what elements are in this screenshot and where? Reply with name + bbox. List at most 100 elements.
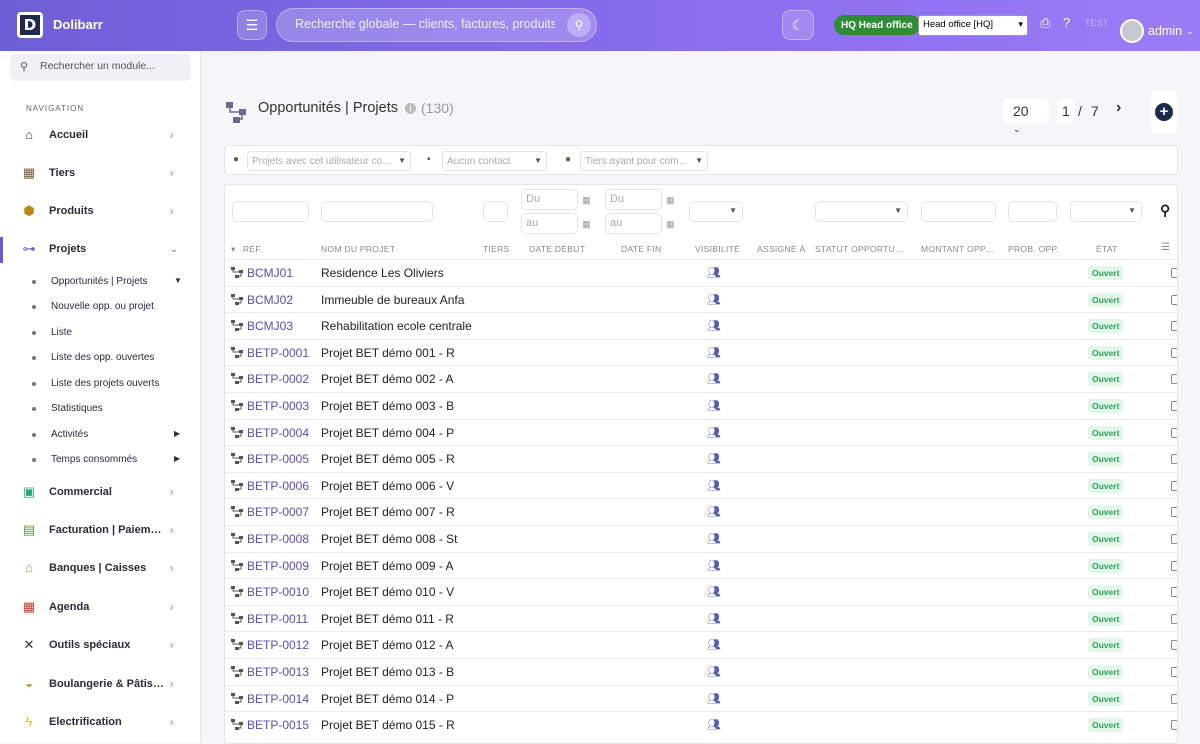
project-ref-link[interactable]: BCMJ03 xyxy=(247,319,293,333)
help-icon[interactable]: ? xyxy=(1063,15,1070,30)
col-ref[interactable]: RÉF. xyxy=(243,244,263,254)
columns-menu-icon[interactable]: ☰ xyxy=(1161,242,1170,253)
app-logo[interactable]: D xyxy=(17,12,43,38)
project-ref-link[interactable]: BETP-0013 xyxy=(247,665,309,679)
calendar-icon[interactable]: ▦ xyxy=(666,195,675,206)
project-ref-link[interactable]: BETP-0009 xyxy=(247,559,309,573)
project-ref-link[interactable]: BETP-0006 xyxy=(247,479,309,493)
calendar-icon[interactable]: ▦ xyxy=(666,219,675,230)
sort-caret-icon[interactable]: ▾ xyxy=(231,244,236,255)
row-checkbox[interactable] xyxy=(1171,427,1177,438)
col-name[interactable]: NOM DU PROJET xyxy=(321,244,395,254)
filter-visibility-select[interactable]: ▼ xyxy=(689,201,743,222)
table-row[interactable]: BETP-0015 Projet BET démo 015 - R 👥︎ Ouvert xyxy=(225,711,1177,738)
project-ref-link[interactable]: BETP-0003 xyxy=(247,399,309,413)
print-icon[interactable]: ⎙ xyxy=(1040,15,1050,31)
calendar-icon[interactable]: ▦ xyxy=(582,219,591,230)
avatar[interactable] xyxy=(1120,19,1144,43)
filter-user-projects[interactable]: Projets avec cet utilisateur comme conta… xyxy=(247,151,411,171)
filter-end-to[interactable]: au xyxy=(605,213,662,234)
filter-name-input[interactable] xyxy=(321,201,433,222)
sidebar-subitem-opp-ouvertes[interactable]: Liste des opp. ouvertes xyxy=(0,348,200,368)
row-checkbox[interactable] xyxy=(1171,534,1177,544)
table-row[interactable]: BETP-0003 Projet BET démo 003 - B 👥︎ Ouvert xyxy=(225,392,1177,419)
row-checkbox[interactable] xyxy=(1171,401,1177,411)
entity-select[interactable]: Head office [HQ] ▾ xyxy=(918,15,1028,36)
filter-thirdparty[interactable]: Tiers ayant pour commercial▼ xyxy=(580,151,708,171)
sidebar-item-banques[interactable]: ⌂ Banques | Caisses › xyxy=(0,556,200,582)
row-checkbox[interactable] xyxy=(1171,454,1177,465)
col-opp-status[interactable]: STATUT OPPORTUNITÉ xyxy=(815,244,909,254)
table-row[interactable]: BETP-0007 Projet BET démo 007 - R 👥︎ Ouvert xyxy=(225,498,1177,525)
global-search-input[interactable] xyxy=(295,17,555,31)
calendar-icon[interactable]: ▦ xyxy=(582,195,591,206)
sidebar-item-tiers[interactable]: ▦ Tiers › xyxy=(0,161,200,187)
project-ref-link[interactable]: BETP-0014 xyxy=(247,692,309,706)
row-checkbox[interactable] xyxy=(1171,507,1177,518)
search-icon[interactable]: ⚲ xyxy=(1160,202,1170,219)
next-page-button[interactable]: › xyxy=(1116,99,1121,117)
project-ref-link[interactable]: BETP-0002 xyxy=(247,372,309,386)
col-opp-amount[interactable]: MONTANT OPPORTUNITÉ xyxy=(921,244,997,254)
row-checkbox[interactable] xyxy=(1171,294,1177,305)
row-checkbox[interactable] xyxy=(1171,321,1177,332)
per-page-select[interactable]: 20 ⌄ xyxy=(1003,99,1049,134)
sidebar-subitem-nouvelle[interactable]: Nouvelle opp. ou projet xyxy=(0,297,200,317)
table-row[interactable]: BETP-0010 Projet BET démo 010 - V 👥︎ Ouvert xyxy=(225,578,1177,605)
row-checkbox[interactable] xyxy=(1171,640,1177,651)
table-row[interactable]: BETP-0006 Projet BET démo 006 - V 👥︎ Ouvert xyxy=(225,471,1177,499)
info-icon[interactable]: i xyxy=(405,103,416,114)
project-ref-link[interactable]: BCMJ01 xyxy=(247,266,293,280)
table-row[interactable]: BETP-0002 Projet BET démo 002 - A 👥︎ Ouvert xyxy=(225,365,1177,392)
menu-toggle-button[interactable]: ☰ xyxy=(237,10,267,40)
sidebar-subitem-liste[interactable]: Liste xyxy=(0,323,200,343)
sidebar-subitem-activites[interactable]: Activités ▶ xyxy=(0,425,200,445)
page-total[interactable]: 7 xyxy=(1091,103,1099,119)
col-opp-prob[interactable]: PROB. OPP. xyxy=(1008,244,1059,254)
sidebar-item-commercial[interactable]: ▣ Commercial › xyxy=(0,480,200,506)
filter-status-select[interactable]: ▼ xyxy=(1070,201,1142,222)
sidebar-item-accueil[interactable]: ⌂ Accueil › xyxy=(0,123,200,149)
table-row[interactable]: BCMJ01 Residence Les Oliviers 👥︎ Ouvert xyxy=(225,259,1177,286)
sidebar-subitem-opportunites[interactable]: Opportunités | Projets ▼ xyxy=(0,272,200,292)
project-ref-link[interactable]: BETP-0007 xyxy=(247,505,309,519)
filter-opp-amount-input[interactable] xyxy=(921,201,996,222)
chevron-down-icon[interactable]: ⌄ xyxy=(1186,26,1194,37)
row-checkbox[interactable] xyxy=(1171,587,1177,598)
row-checkbox[interactable] xyxy=(1171,560,1177,571)
sidebar-item-facturation[interactable]: ▤ Facturation | Paiements › xyxy=(0,518,200,544)
row-checkbox[interactable] xyxy=(1171,347,1177,358)
row-checkbox[interactable] xyxy=(1171,613,1177,624)
search-button[interactable]: ⚲ xyxy=(567,13,591,37)
col-assigned[interactable]: ASSIGNÉ À xyxy=(757,244,806,254)
table-row[interactable]: BETP-0001 Projet BET démo 001 - R 👥︎ Ouvert xyxy=(225,338,1177,366)
row-checkbox[interactable] xyxy=(1171,667,1177,677)
col-end-date[interactable]: DATE FIN xyxy=(621,244,662,254)
add-project-button[interactable]: + xyxy=(1151,91,1177,133)
row-checkbox[interactable] xyxy=(1171,480,1177,491)
table-row[interactable]: BETP-0014 Projet BET démo 014 - P 👥︎ Ouvert xyxy=(225,684,1177,712)
row-checkbox[interactable] xyxy=(1171,268,1177,278)
sidebar-subitem-temps[interactable]: Temps consommés ▶ xyxy=(0,450,200,470)
page-current[interactable]: 1 xyxy=(1057,99,1075,123)
row-checkbox[interactable] xyxy=(1171,720,1177,731)
project-ref-link[interactable]: BETP-0004 xyxy=(247,426,309,440)
filter-end-from[interactable]: Du xyxy=(605,189,662,210)
filter-opp-prob-input[interactable] xyxy=(1008,201,1057,222)
sidebar-item-projets[interactable]: ⊶ Projets ⌄ xyxy=(0,237,200,263)
col-visibility[interactable]: VISIBILITÉ xyxy=(695,244,740,254)
module-search-input[interactable] xyxy=(40,60,185,72)
table-row[interactable]: BETP-0013 Projet BET démo 013 - B 👥︎ Ouvert xyxy=(225,658,1177,685)
table-row[interactable]: BETP-0008 Projet BET démo 008 - St 👥︎ Ouver… xyxy=(225,525,1177,552)
table-row[interactable]: BETP-0009 Projet BET démo 009 - A 👥︎ Ouvert xyxy=(225,551,1177,579)
filter-thirdparty-input[interactable] xyxy=(483,201,508,222)
project-ref-link[interactable]: BETP-0011 xyxy=(247,612,308,626)
table-row[interactable]: BETP-0012 Projet BET démo 012 - A 👥︎ Ouvert xyxy=(225,631,1177,658)
sidebar-subitem-projets-ouverts[interactable]: Liste des projets ouverts xyxy=(0,374,200,394)
filter-ref-input[interactable] xyxy=(232,201,309,222)
table-row[interactable]: BETP-0011 Projet BET démo 011 - R 👥︎ Ouvert xyxy=(225,604,1177,632)
sidebar-subitem-statistiques[interactable]: Statistiques xyxy=(0,399,200,419)
project-ref-link[interactable]: BETP-0015 xyxy=(247,718,309,732)
sidebar-item-produits[interactable]: ⬢ Produits › xyxy=(0,199,200,225)
user-name[interactable]: admin xyxy=(1148,24,1182,38)
